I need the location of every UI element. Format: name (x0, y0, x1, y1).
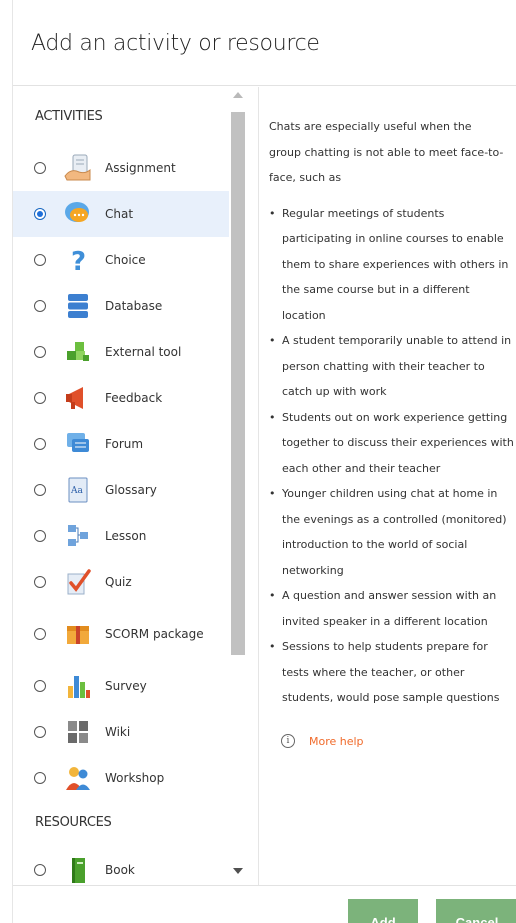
survey-radio[interactable] (34, 680, 46, 692)
help-bullet: Sessions to help students prepare for te… (269, 634, 515, 711)
lesson-icon (68, 525, 88, 546)
add-button[interactable]: Add (348, 899, 418, 923)
assignment-radio[interactable] (34, 162, 46, 174)
dialog-title: Add an activity or resource (31, 31, 320, 56)
more-help-link[interactable]: More help (309, 729, 364, 755)
scroll-up-arrow-icon[interactable] (233, 92, 243, 98)
option-label: Book (105, 863, 135, 877)
dialog-footer: Add Cancel (13, 885, 516, 923)
option-workshop[interactable]: Workshop (13, 755, 229, 801)
help-bullet: A question and answer session with an in… (269, 583, 515, 634)
quiz-icon (67, 569, 91, 595)
options-scrollbar[interactable] (229, 87, 247, 885)
glossary-radio[interactable] (34, 484, 46, 496)
help-pane: Chats are especially useful when the gro… (259, 87, 516, 885)
svg-text:?: ? (71, 247, 86, 274)
option-label: Lesson (105, 529, 147, 543)
option-scorm-package[interactable]: SCORM package (13, 605, 229, 663)
help-bullet: Regular meetings of students participati… (269, 201, 515, 329)
options-pane: ACTIVITIES Assignment Chat ? Choice Data… (13, 87, 259, 885)
dialog-header: Add an activity or resource (13, 0, 516, 86)
option-label: SCORM package (105, 627, 204, 641)
wiki-icon (68, 721, 88, 743)
chat-radio[interactable] (34, 208, 46, 220)
option-external-tool[interactable]: External tool (13, 329, 229, 375)
cancel-button[interactable]: Cancel (436, 899, 516, 923)
scorm-package-icon (67, 626, 89, 644)
forum-icon (67, 433, 89, 452)
page-left-edge (0, 0, 13, 923)
resources-heading: RESOURCES (35, 815, 112, 830)
activities-heading: ACTIVITIES (35, 109, 103, 124)
scrollbar-thumb[interactable] (231, 112, 245, 655)
option-label: Quiz (105, 575, 132, 589)
book-icon (72, 858, 85, 883)
option-glossary[interactable]: Aa Glossary (13, 467, 229, 513)
option-feedback[interactable]: Feedback (13, 375, 229, 421)
add-activity-dialog: Add an activity or resource ACTIVITIES A… (13, 0, 516, 923)
help-bullet-list: Regular meetings of students participati… (269, 201, 514, 711)
option-label: Wiki (105, 725, 131, 739)
survey-icon (68, 676, 90, 698)
option-label: Chat (105, 207, 134, 221)
book-radio[interactable] (34, 864, 46, 876)
chat-icon (65, 202, 89, 222)
workshop-radio[interactable] (34, 772, 46, 784)
external-tool-radio[interactable] (34, 346, 46, 358)
database-icon (68, 294, 88, 318)
option-assignment[interactable]: Assignment (13, 145, 229, 191)
quiz-radio[interactable] (34, 576, 46, 588)
option-database[interactable]: Database (13, 283, 229, 329)
option-survey[interactable]: Survey (13, 663, 229, 709)
database-radio[interactable] (34, 300, 46, 312)
choice-icon: ? (71, 247, 86, 274)
option-quiz[interactable]: Quiz (13, 559, 229, 605)
glossary-icon: Aa (68, 477, 88, 503)
option-forum[interactable]: Forum (13, 421, 229, 467)
option-label: Database (105, 299, 163, 313)
option-wiki[interactable]: Wiki (13, 709, 229, 755)
choice-radio[interactable] (34, 254, 46, 266)
option-label: Survey (105, 679, 147, 693)
scroll-down-arrow-icon[interactable] (233, 868, 243, 874)
external-tool-icon (67, 342, 89, 361)
help-bullet: Students out on work experience getting … (269, 405, 515, 482)
svg-text:Aa: Aa (70, 486, 83, 496)
option-label: Assignment (105, 161, 176, 175)
forum-radio[interactable] (34, 438, 46, 450)
feedback-icon (66, 387, 83, 409)
wiki-radio[interactable] (34, 726, 46, 738)
help-intro: Chats are especially useful when the gro… (269, 120, 504, 184)
assignment-icon (64, 154, 91, 181)
option-choice[interactable]: ? Choice (13, 237, 229, 283)
option-chat[interactable]: Chat (13, 191, 229, 237)
option-label: External tool (105, 345, 182, 359)
option-lesson[interactable]: Lesson (13, 513, 229, 559)
option-book[interactable]: Book (13, 847, 229, 885)
option-label: Choice (105, 253, 146, 267)
option-label: Feedback (105, 391, 163, 405)
options-list: ACTIVITIES Assignment Chat ? Choice Data… (13, 87, 229, 885)
help-bullet: A student temporarily unable to attend i… (269, 328, 515, 405)
more-help: i More help (269, 729, 514, 755)
lesson-radio[interactable] (34, 530, 46, 542)
feedback-radio[interactable] (34, 392, 46, 404)
option-label: Forum (105, 437, 144, 451)
info-icon: i (281, 734, 295, 749)
scorm-package-radio[interactable] (34, 628, 46, 640)
workshop-icon (66, 767, 90, 790)
option-label: Glossary (105, 483, 157, 497)
option-label: Workshop (105, 771, 165, 785)
help-bullet: Younger children using chat at home in t… (269, 481, 515, 583)
